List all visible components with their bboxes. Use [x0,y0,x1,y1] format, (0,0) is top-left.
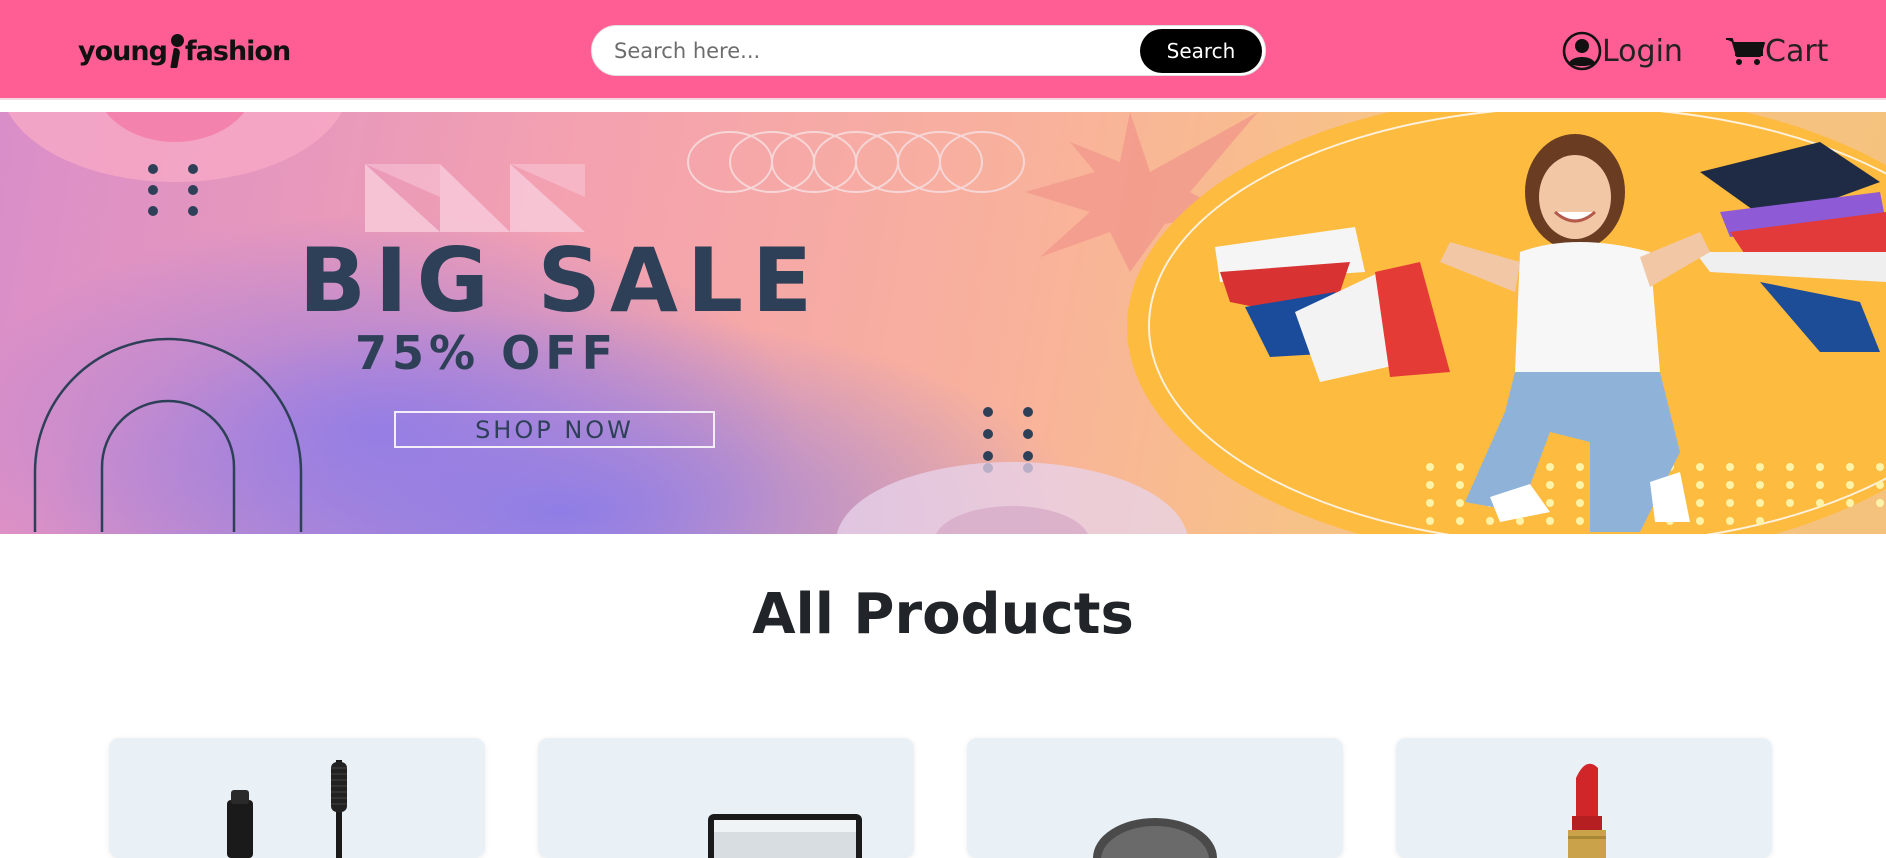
search-input[interactable] [614,36,1114,66]
compact-image [1093,818,1217,858]
shop-now-button[interactable]: SHOP NOW [394,411,715,448]
shopper-photo [1215,134,1886,532]
product-card[interactable] [967,738,1343,858]
cart-icon [1725,36,1765,66]
cart-link[interactable]: Cart [1725,26,1828,76]
mirror-image [708,814,862,858]
site-header: young fashion Search Login Cart [0,0,1886,100]
search-bar: Search [591,25,1266,76]
site-logo[interactable]: young fashion [78,26,291,76]
product-card[interactable] [1396,738,1772,858]
user-circle-icon [1562,31,1602,71]
search-button[interactable]: Search [1140,29,1262,73]
banner-subtitle: 75% OFF [355,326,619,380]
section-title: All Products [752,582,1134,647]
mascara-image [227,760,347,858]
banner-title: BIG SALE [298,229,822,332]
logo-mark-icon [168,34,184,68]
sale-banner[interactable]: BIG SALE 75% OFF SHOP NOW [0,112,1886,534]
lipstick-image [1568,763,1606,858]
login-link[interactable]: Login [1562,26,1683,76]
product-card[interactable] [109,738,485,858]
logo-text-left: young [78,35,168,67]
logo-text-right: fashion [184,35,291,67]
product-card[interactable] [538,738,914,858]
cart-label: Cart [1765,33,1829,69]
login-label: Login [1602,33,1683,69]
